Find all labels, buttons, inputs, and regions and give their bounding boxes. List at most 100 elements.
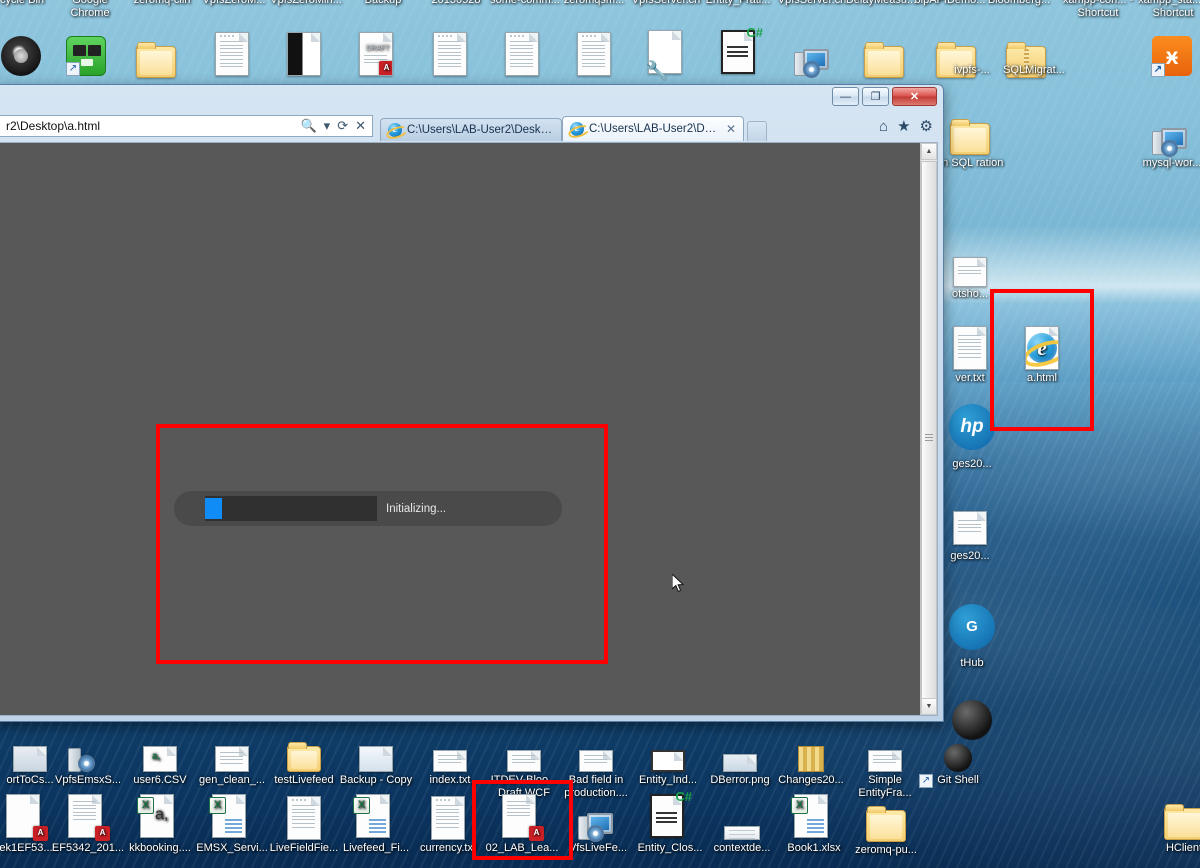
desktop-icon-simple-entityfra[interactable]: Simple EntityFra... <box>847 722 923 799</box>
desktop-icon-xampp-start-label[interactable]: xampp_sta... - Shortcut <box>1135 0 1200 19</box>
desktop-icon-config-wrench[interactable]: 🔧 <box>630 26 706 80</box>
progress-widget: Initializing... <box>174 491 562 526</box>
desktop-icon-textfile-2[interactable] <box>412 26 488 76</box>
desktop-icon-backup-label[interactable]: Backup <box>345 0 421 7</box>
chevron-down-icon[interactable]: ▾ <box>324 118 331 134</box>
desktop-icon-chrome[interactable]: ↗ <box>48 26 124 76</box>
desktop-icon-google-chrome-label[interactable]: Google Chrome <box>52 0 128 19</box>
pdf-icon: A <box>50 790 126 841</box>
maximize-button[interactable]: ❐ <box>862 87 889 106</box>
stop-icon[interactable]: ✕ <box>355 118 366 134</box>
scroll-up-button[interactable]: ▲ <box>921 143 937 160</box>
home-icon[interactable]: ⌂ <box>879 118 888 135</box>
desktop-icon-entity-clos[interactable]: C# Entity_Clos... <box>632 790 708 855</box>
excel-badge-icon: X <box>209 797 226 814</box>
desktop-icon-xampp[interactable]: ӿ ↗ <box>1134 26 1200 77</box>
minimize-button[interactable]: — <box>832 87 859 106</box>
desktop-icon-20150528-label[interactable]: 20150528 <box>418 0 494 7</box>
zip-icon <box>773 722 849 772</box>
desktop-icon-recycle-bin[interactable]: cycle Bin <box>0 0 60 7</box>
text-file-icon <box>194 26 270 76</box>
pdf-badge-icon: A <box>33 826 48 841</box>
desktop-icon-book1-xlsx[interactable]: X Book1.xlsx <box>776 790 852 855</box>
tab-2[interactable]: e C:\Users\LAB-User2\Deskto... ✕ <box>562 116 744 141</box>
folder-icon <box>118 28 194 78</box>
document-icon <box>266 26 342 76</box>
desktop-icon-textfile-3[interactable] <box>484 26 560 76</box>
vertical-scrollbar[interactable]: ▲ ▼ <box>920 143 937 715</box>
desktop-icon-zeromq-pu[interactable]: zeromq-pu... <box>848 792 924 857</box>
internet-explorer-window: — ❐ ✕ r2\Desktop\a.html 🔍 ▾ ⟳ ✕ e C:\Use… <box>0 84 944 722</box>
excel-badge-icon: X <box>353 797 370 814</box>
desktop-icon-hclient-folder[interactable]: HClient <box>1146 790 1200 855</box>
desktop-icon-testlivefeed[interactable]: testLivefeed <box>266 722 342 787</box>
desktop-icon-zeromqsm-label[interactable]: zeromqsm... <box>556 0 632 7</box>
desktop-icon-gen-clean[interactable]: gen_clean_... <box>194 722 270 787</box>
desktop-icon-vpfsserver2-label[interactable]: VpfsServer.cn <box>774 0 850 7</box>
scroll-down-button[interactable]: ▼ <box>921 698 937 715</box>
desktop-icon-livefieldfie[interactable]: LiveFieldFie... <box>266 790 342 855</box>
desktop-icon-backup-copy[interactable]: Backup - Copy <box>338 722 414 787</box>
search-icon[interactable]: 🔍 <box>300 118 316 134</box>
desktop-icon-computer-cd[interactable] <box>776 26 852 78</box>
folder-icon <box>848 792 924 842</box>
close-button[interactable]: ✕ <box>892 87 937 106</box>
desktop-icon-blackdoc[interactable] <box>266 26 342 76</box>
desktop-icon-somecomm-label[interactable]: some-comm... <box>487 0 563 7</box>
desktop-icon-mysql-workbench[interactable]: mysql-wor... <box>1134 105 1200 170</box>
address-input[interactable]: r2\Desktop\a.html <box>6 119 300 133</box>
desktop-icon-contextde[interactable]: contextde... <box>704 790 780 855</box>
desktop-icon-vpfsemsx[interactable]: VpfsEmsxS... <box>50 722 126 787</box>
xampp-icon: ӿ ↗ <box>1134 26 1200 77</box>
desktop-icon-git-shell[interactable]: ↗ Git Shell <box>919 722 996 788</box>
desktop-icon-emsx-servi[interactable]: X EMSX_Servi... <box>194 790 270 855</box>
new-tab-button[interactable] <box>747 121 767 141</box>
desktop-icon-kkbooking[interactable]: a, X kkbooking.... <box>122 790 198 855</box>
highlight-rect-progress-area: Initializing... <box>156 424 608 664</box>
desktop-icon-textfile-1[interactable] <box>194 26 270 76</box>
close-icon[interactable]: ✕ <box>726 122 736 136</box>
excel-icon: X <box>776 790 852 840</box>
desktop-icon-zeromq-label[interactable]: zeromq-clin <box>124 0 200 7</box>
desktop-icon-index-txt[interactable]: index.txt <box>412 722 488 787</box>
tab-1[interactable]: e C:\Users\LAB-User2\Desktop\a... <box>380 118 562 141</box>
desktop-icon-folder-docs[interactable] <box>118 28 194 78</box>
desktop-icon-entityframework-label[interactable]: Entity_Frati... <box>700 0 776 7</box>
excel-a-icon: a, X <box>122 790 198 840</box>
desktop-icon-ef5342-pdf[interactable]: A EF5342_201... <box>50 790 126 855</box>
pdf-icon: DRAFT A <box>338 26 414 76</box>
desktop-icon-xampp-control-label[interactable]: xampp-con... - Shortcut <box>1060 0 1136 19</box>
address-bar[interactable]: r2\Desktop\a.html 🔍 ▾ ⟳ ✕ <box>0 115 373 137</box>
browser-toolbar-right: ⌂ ★ ⚙ <box>879 117 937 136</box>
desktop-icon-bloomberg-label[interactable]: Bloomberg... <box>981 0 1057 7</box>
desktop-icon-csharp-file[interactable]: C# <box>703 26 779 76</box>
desktop-icon-blpapidemo-label[interactable]: bipAPIDemo... <box>912 0 988 7</box>
favorites-icon[interactable]: ★ <box>897 117 910 135</box>
csharp-icon: C# <box>703 26 779 76</box>
desktop-icon-vpfsserver1-label[interactable]: VpfsServer.cn <box>628 0 704 7</box>
computer-icon <box>1134 105 1200 157</box>
desktop-icon-dberror-png[interactable]: DBerror.png <box>702 722 778 787</box>
desktop-icon-sqlmigrate[interactable]: SQLMigrat... <box>996 62 1072 77</box>
progress-bar-fill <box>205 498 223 519</box>
scrollbar-thumb[interactable] <box>921 161 937 713</box>
desktop-icon-changes20[interactable]: Changes20... <box>773 722 849 787</box>
desktop-icon-vpfszeromin-label[interactable]: VpfsZeroMin... <box>268 0 344 7</box>
desktop-icon-user6-csv[interactable]: a, user6.CSV <box>122 722 198 787</box>
folder-icon <box>1146 790 1200 840</box>
desktop-icon-textfile-4[interactable] <box>556 26 632 76</box>
git-shell-icon: ↗ <box>919 722 996 788</box>
folder-icon <box>846 28 922 78</box>
window-titlebar[interactable]: — ❐ ✕ <box>0 85 943 111</box>
desktop-icon-draft-pdf[interactable]: DRAFT A <box>338 26 414 76</box>
refresh-icon[interactable]: ⟳ <box>337 118 348 134</box>
note-icon <box>266 722 342 772</box>
desktop-icon-vpfszerom-label[interactable]: VpfsZeroM... <box>196 0 272 7</box>
progress-bar-track <box>205 496 377 521</box>
gear-icon[interactable]: ⚙ <box>920 117 933 135</box>
desktop-icon-delaymeasure-label[interactable]: DelayMeasu... <box>843 0 919 7</box>
desktop-icon-livefeed-fi[interactable]: X Livefeed_Fi... <box>338 790 414 855</box>
tab-1-label: C:\Users\LAB-User2\Desktop\a... <box>407 124 554 136</box>
desktop-icon-entity-ind[interactable]: Entity_Ind... <box>630 722 706 787</box>
desktop-icon-folder-1[interactable] <box>846 28 922 78</box>
